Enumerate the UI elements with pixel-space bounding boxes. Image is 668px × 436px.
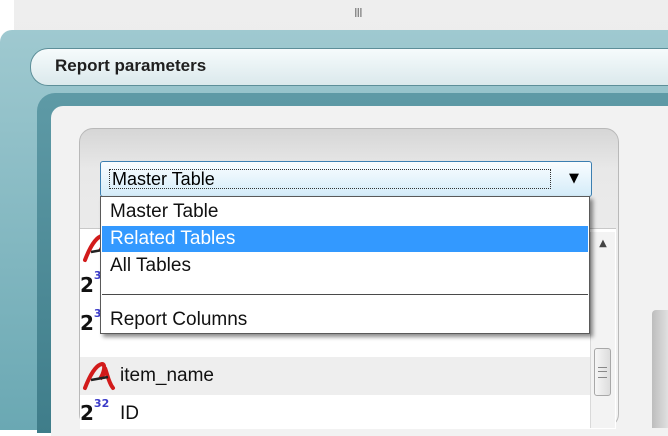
side-panel-edge: [652, 310, 668, 428]
combobox-selected-value: Master Table: [109, 169, 551, 189]
table-scope-combobox[interactable]: Master Table ▼: [100, 161, 592, 197]
field-list-item[interactable]: 232 ID: [80, 395, 590, 433]
window-resize-grip[interactable]: III: [354, 7, 363, 19]
text-field-icon: [83, 361, 115, 390]
scroll-thumb[interactable]: [594, 348, 611, 396]
chevron-down-icon[interactable]: ▼: [563, 168, 585, 190]
field-name: ID: [120, 403, 139, 424]
dropdown-separator: [102, 294, 588, 295]
scroll-up-arrow-icon[interactable]: ▲: [591, 236, 615, 252]
integer-field-icon: 232: [80, 397, 110, 425]
dropdown-option-report-columns[interactable]: Report Columns: [102, 307, 588, 333]
field-list-item[interactable]: item_name: [80, 357, 590, 395]
field-name: item_name: [120, 365, 214, 386]
field-list-scrollbar[interactable]: ▲: [590, 232, 615, 428]
dropdown-option-master-table[interactable]: Master Table: [102, 199, 588, 225]
grip-lines-icon: [598, 367, 607, 378]
table-scope-dropdown: Master Table Related Tables All Tables R…: [100, 196, 590, 334]
panel-title-tab: Report parameters: [30, 48, 668, 86]
dropdown-option-all-tables[interactable]: All Tables: [102, 253, 588, 279]
panel-title: Report parameters: [55, 56, 207, 75]
dropdown-option-related-tables[interactable]: Related Tables: [102, 226, 588, 252]
